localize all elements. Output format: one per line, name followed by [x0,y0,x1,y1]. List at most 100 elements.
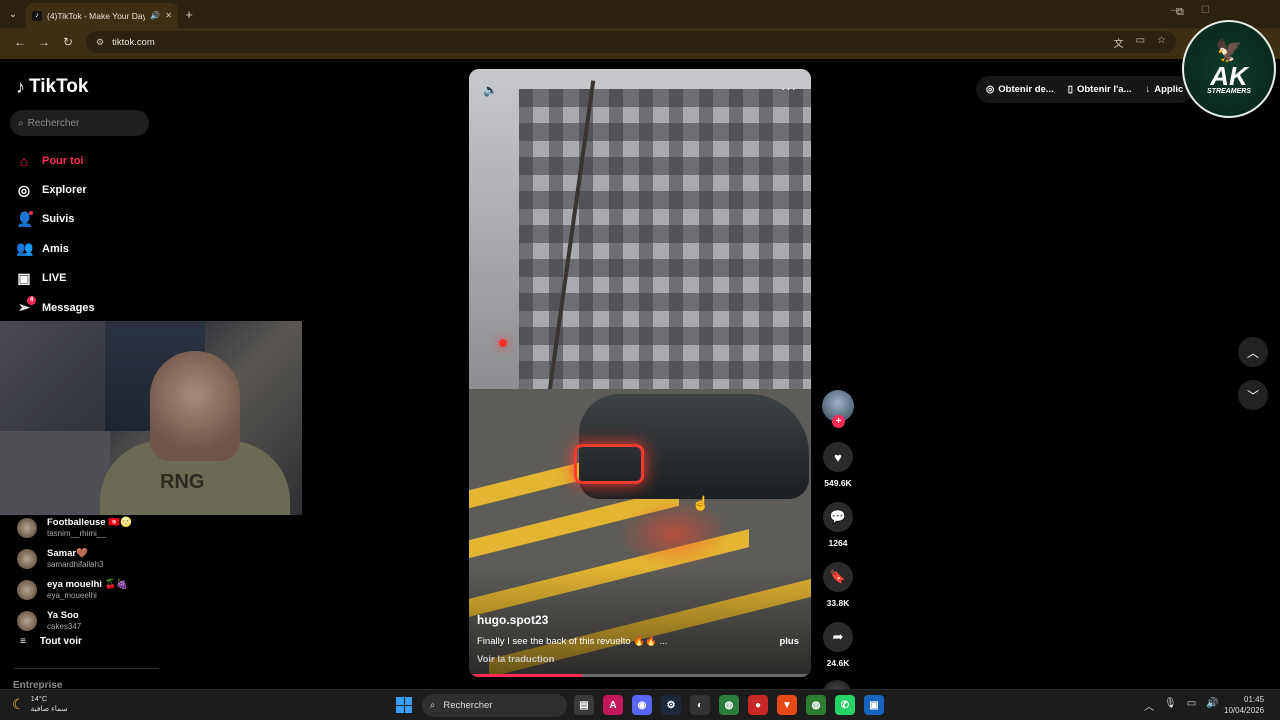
creator-avatar[interactable]: + [822,390,854,428]
follow-plus-icon[interactable]: + [832,415,845,428]
back-icon[interactable]: ← [8,35,32,49]
see-all-label: Tout voir [39,636,82,647]
translate-icon[interactable]: 文 [1114,35,1124,50]
webcam-person [150,351,240,461]
account-name: eya mouelhi 🍒🍇 [47,578,129,590]
windows-taskbar: ☾ 14°C سماء صافية ⌕ Rechercher ▤ A ◉ ⚙ ◐… [0,689,1280,720]
taskbar-search[interactable]: ⌕ Rechercher [422,694,567,717]
remote-desktop-icon[interactable]: ▣ [864,695,884,715]
nav-live[interactable]: ▣ LIVE [16,264,95,293]
nav-suivis[interactable]: 👤 Suivis [16,205,95,234]
whatsapp-icon[interactable]: ✆ [835,695,855,715]
forward-icon[interactable]: → [32,35,56,49]
comment-icon[interactable]: 💬 [823,502,853,532]
microphone-icon[interactable]: 🎙 [1164,698,1177,713]
get-app-button[interactable]: ▯ Obtenir l'a... [1068,84,1132,95]
nav-pour-toi[interactable]: ⌂ Pour toi [16,146,95,175]
speaker-icon[interactable]: 🔊 [150,11,160,20]
see-all-button[interactable]: ≡ Tout voir [20,636,82,647]
video-traffic-light [499,339,507,347]
more-options-icon[interactable]: ··· [781,81,797,96]
next-video-button[interactable]: ﹀ [1238,380,1268,410]
recorder-icon[interactable]: ● [748,695,768,715]
nav-explorer[interactable]: ◎ Explorer [16,175,95,204]
eagle-icon: 🦅 [1215,37,1243,63]
weather-widget[interactable]: ☾ 14°C سماء صافية [12,694,68,714]
chrome-alt-icon[interactable]: ◍ [806,695,826,715]
following-account[interactable]: Ya Soo cakes347 [17,605,132,636]
tiktok-note-icon: ♪ [16,76,25,97]
webcam-bed [0,431,110,515]
nav-label: Amis [42,242,69,255]
phone-icon: ▯ [1067,84,1073,95]
reload-icon[interactable]: ↻ [56,35,80,49]
maximize-icon[interactable]: ☐ [1201,5,1210,16]
site-info-icon[interactable]: ⚙ [96,37,104,48]
nav-label: Pour toi [42,154,84,167]
save-count: 33.8K [826,598,850,608]
search-icon: ⌕ [430,700,436,711]
comment-action[interactable]: 💬 1264 [822,502,854,548]
tab-search-icon[interactable]: ⌄ [0,0,26,28]
download-icon: ↓ [1145,84,1151,95]
display-icon[interactable]: ▭ [1187,698,1196,713]
browser-tab[interactable]: ♪ (4)TikTok - Make Your Day 🔊 ✕ [26,3,178,28]
account-name: Ya Soo [47,609,79,621]
save-action[interactable]: 🔖 33.8K [822,562,854,608]
volume-icon[interactable]: 🔈 [483,83,498,97]
caption-more-button[interactable]: plus [779,636,799,647]
windows-start-icon[interactable] [396,697,412,713]
discord-icon[interactable]: ◉ [632,695,652,715]
volume-tray-icon[interactable]: 🔊 [1206,698,1218,713]
search-input[interactable]: ⌕ Rechercher [10,110,149,136]
nav-messages[interactable]: ➢ 4 Messages [16,293,95,322]
video-username[interactable]: hugo.spot23 [477,613,548,627]
following-dot [29,210,33,215]
app-a-icon[interactable]: A [603,695,623,715]
ak-streamers-logo: 🦅 AK STREAMERS [1182,20,1276,118]
clock-time: 01:45 [1244,695,1265,704]
nav-amis[interactable]: 👥 Amis [16,234,95,263]
account-username: tasnim__rhimi__ [47,528,106,538]
tiktok-logo[interactable]: ♪ TikTok [16,76,88,98]
new-tab-button[interactable]: + [178,7,200,22]
tray-chevron-icon[interactable]: ︿ [1144,698,1154,713]
heart-icon[interactable]: ♥ [823,442,853,472]
chevron-down-icon: ﹀ [1246,388,1259,403]
weather-temp: 14°C [30,694,48,703]
share-action[interactable]: ➦ 24.6K [822,622,854,668]
address-bar-icons: 文 ▭ ☆ [1114,35,1166,50]
live-icon: ▣ [17,269,31,286]
share-count: 24.6K [826,658,850,668]
get-coins-button[interactable]: ◎ Obtenir de... [986,84,1054,95]
video-progress-bar[interactable] [469,674,811,677]
see-translation-link[interactable]: Voir la traduction [477,654,554,665]
obs-icon[interactable]: ◐ [690,695,710,715]
extensions-icon[interactable]: ⧉ [1176,6,1184,19]
previous-video-button[interactable]: ︿ [1238,337,1268,367]
bookmark-icon[interactable]: 🔖 [823,562,853,592]
brave-icon[interactable]: ▼ [777,695,797,715]
steam-icon[interactable]: ⚙ [661,695,681,715]
file-explorer-icon[interactable]: ▤ [574,695,594,715]
taskbar-clock[interactable]: 01:45 10/04/2026 [1224,694,1264,716]
video-player[interactable]: 🔈 ··· hugo.spot23 Finally I see the back… [469,69,811,677]
following-account[interactable]: Samar🤎 samardhifallah3 [17,543,132,574]
avatar [17,548,37,569]
bookmark-star-icon[interactable]: ☆ [1157,35,1166,50]
search-placeholder: Rechercher [27,117,80,129]
following-account[interactable]: Footballeuse 🇹🇳🌝 tasnim__rhimi__ [17,512,132,543]
cast-icon[interactable]: ▭ [1136,35,1145,50]
share-icon[interactable]: ➦ [823,622,853,652]
coin-icon: ◎ [986,84,995,95]
desktop-app-button[interactable]: ↓ Applic [1146,84,1184,95]
chrome-icon[interactable]: ◍ [719,695,739,715]
like-action[interactable]: ♥ 549.6K [822,442,854,488]
car-glow [619,499,729,569]
account-username: samardhifallah3 [47,559,104,569]
avatar [17,517,37,538]
address-bar[interactable]: ⚙ tiktok.com 文 ▭ ☆ [86,31,1176,53]
car-taillight [574,444,644,484]
close-tab-icon[interactable]: ✕ [165,11,172,20]
following-account[interactable]: eya mouelhi 🍒🍇 eya_moueelhi [17,574,132,605]
